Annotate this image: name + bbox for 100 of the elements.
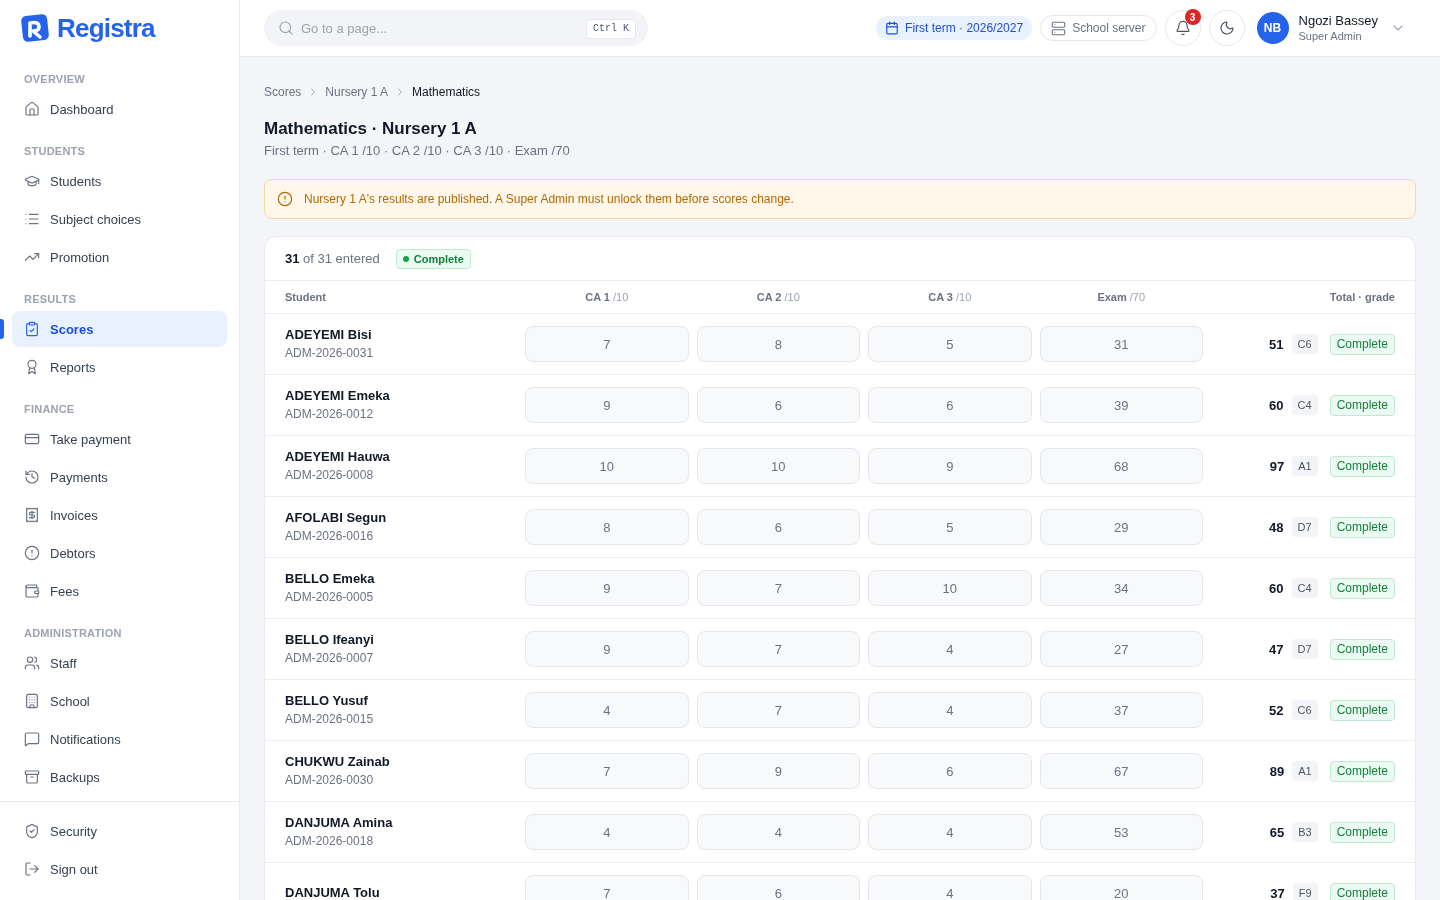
student-name: BELLO Yusuf bbox=[285, 693, 368, 709]
row-status-badge: Complete bbox=[1329, 699, 1395, 721]
graduation-cap-icon bbox=[24, 173, 40, 189]
history-icon bbox=[24, 469, 40, 485]
grade-tag: D7 bbox=[1291, 517, 1318, 537]
sidebar-item[interactable]: Promotion bbox=[12, 239, 227, 275]
speech-bubble-icon bbox=[24, 731, 40, 747]
list-icon bbox=[24, 211, 40, 227]
clipboard-check-icon bbox=[24, 321, 40, 337]
user-name: Ngozi Bassey bbox=[1298, 12, 1378, 29]
user-role: Super Admin bbox=[1298, 29, 1362, 44]
row-status-badge: Complete bbox=[1329, 760, 1395, 782]
sidebar-item[interactable]: Students bbox=[12, 163, 227, 199]
users-icon bbox=[24, 655, 40, 671]
total-score: 52 bbox=[1269, 702, 1284, 718]
row-status-badge: Complete bbox=[1329, 333, 1395, 355]
row-status-badge: Complete bbox=[1329, 638, 1395, 660]
sidebar-item[interactable]: Take payment bbox=[12, 421, 227, 457]
page-title: Mathematics · Nursery 1 A bbox=[264, 118, 477, 140]
student-id: ADM-2026-0030 bbox=[285, 773, 374, 788]
section-label: RESULTS bbox=[24, 292, 77, 307]
user-avatar[interactable]: NB bbox=[1256, 12, 1289, 44]
alert-icon bbox=[277, 191, 293, 207]
column-header: CA 1 /10 bbox=[585, 291, 629, 303]
breadcrumb-link[interactable]: Scores bbox=[264, 85, 302, 99]
calendar-icon bbox=[885, 21, 900, 35]
sidebar-item[interactable]: Security bbox=[12, 813, 227, 849]
grade-tag: A1 bbox=[1292, 761, 1318, 781]
student-name: ADEYEMI Emeka bbox=[285, 388, 390, 404]
sidebar-item[interactable]: Reports bbox=[12, 349, 227, 385]
moon-icon bbox=[1218, 20, 1235, 36]
student-name: DANJUMA Amina bbox=[285, 815, 393, 831]
sidebar-item[interactable]: Sign out bbox=[12, 851, 227, 887]
total-score: 97 bbox=[1269, 458, 1285, 474]
total-score: 60 bbox=[1269, 580, 1284, 596]
student-name: AFOLABI Segun bbox=[285, 510, 387, 526]
student-name: CHUKWU Zainab bbox=[285, 754, 390, 770]
sidebar-item[interactable]: Backups bbox=[12, 759, 227, 795]
brand-name: Registra bbox=[57, 13, 155, 43]
notifications-button[interactable]: 3 bbox=[1164, 10, 1201, 46]
row-status-badge: Complete bbox=[1329, 821, 1395, 843]
column-header: Exam /70 bbox=[1097, 291, 1146, 303]
section-label: ADMINISTRATION bbox=[24, 626, 122, 641]
sidebar-item[interactable]: Debtors bbox=[12, 535, 227, 571]
row-status-badge: Complete bbox=[1329, 516, 1395, 538]
student-id: ADM-2026-0015 bbox=[285, 712, 374, 727]
sidebar-item[interactable]: Scores bbox=[12, 311, 227, 347]
total-score: 37 bbox=[1270, 885, 1285, 900]
sidebar-item[interactable]: Payments bbox=[12, 459, 227, 495]
section-label: OVERVIEW bbox=[24, 72, 85, 87]
shortcut-key: Ctrl K bbox=[586, 19, 636, 39]
sidebar-item[interactable]: Invoices bbox=[12, 497, 227, 533]
grade-tag: F9 bbox=[1292, 883, 1318, 900]
wallet-icon bbox=[24, 583, 40, 599]
total-score: 65 bbox=[1269, 824, 1285, 840]
row-status-badge: Complete bbox=[1329, 455, 1395, 477]
sidebar-item[interactable]: School bbox=[12, 683, 227, 719]
grade-tag: A1 bbox=[1292, 456, 1318, 476]
breadcrumb-link[interactable]: Mathematics bbox=[412, 85, 481, 99]
notification-count: 3 bbox=[1184, 9, 1201, 25]
grade-tag: B3 bbox=[1292, 822, 1318, 842]
student-name: DANJUMA Tolu bbox=[285, 885, 380, 900]
building-icon bbox=[24, 693, 40, 709]
status-text: Complete bbox=[413, 252, 464, 265]
bell-icon bbox=[1174, 20, 1191, 36]
student-id: ADM-2026-0016 bbox=[285, 529, 374, 544]
row-status-badge: Complete bbox=[1329, 882, 1395, 900]
student-id: ADM-2026-0007 bbox=[285, 651, 374, 666]
sidebar-item[interactable]: Fees bbox=[12, 573, 227, 609]
logo-icon bbox=[20, 13, 50, 43]
sidebar-item[interactable]: Dashboard bbox=[12, 91, 227, 127]
grade-tag: C6 bbox=[1291, 334, 1318, 354]
row-status-badge: Complete bbox=[1329, 577, 1395, 599]
student-id: ADM-2026-0018 bbox=[285, 834, 374, 849]
total-score: 48 bbox=[1269, 519, 1284, 535]
student-id: ADM-2026-0012 bbox=[285, 407, 374, 422]
status-dot-icon bbox=[402, 255, 409, 262]
grade-tag: C4 bbox=[1291, 395, 1318, 415]
entry-count-text: 31 of 31 entered bbox=[285, 251, 380, 266]
sidebar-item[interactable]: Subject choices bbox=[12, 201, 227, 237]
active-indicator bbox=[0, 319, 4, 339]
credit-card-icon bbox=[24, 431, 40, 447]
server-icon bbox=[1051, 20, 1067, 36]
server-button[interactable]: School server bbox=[1040, 15, 1157, 41]
award-icon bbox=[24, 359, 40, 375]
sidebar-item[interactable]: Notifications bbox=[12, 721, 227, 757]
total-score: 89 bbox=[1269, 763, 1285, 779]
breadcrumb-link[interactable]: Nursery 1 A bbox=[325, 85, 389, 99]
sidebar-item[interactable]: Staff bbox=[12, 645, 227, 681]
receipt-icon bbox=[24, 507, 40, 523]
section-label: STUDENTS bbox=[24, 144, 86, 159]
theme-toggle-button[interactable] bbox=[1208, 10, 1245, 46]
column-header: CA 2 /10 bbox=[756, 291, 800, 303]
house-icon bbox=[24, 101, 40, 117]
term-button[interactable]: First term · 2026/2027 bbox=[876, 16, 1033, 40]
alert-text: Nursery 1 A's results are published. A Super Admin must unlock them before scores change. bbox=[304, 192, 794, 206]
total-score: 60 bbox=[1269, 397, 1284, 413]
search-icon bbox=[278, 20, 294, 36]
student-name: ADEYEMI Hauwa bbox=[285, 449, 390, 465]
student-name: ADEYEMI Bisi bbox=[285, 327, 372, 343]
